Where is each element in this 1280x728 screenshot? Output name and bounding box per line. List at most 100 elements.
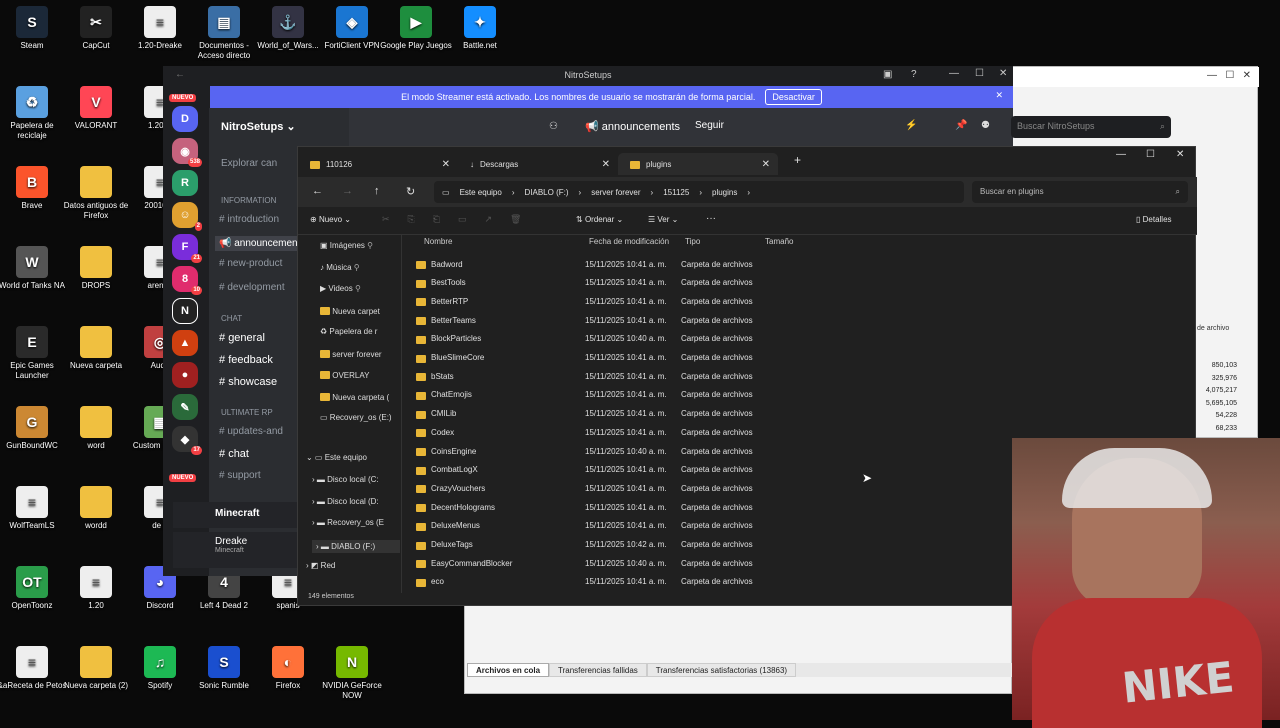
file-row[interactable]: BetterRTP 15/11/2025 10:41 a. m. Carpeta d… (410, 292, 810, 310)
file-row[interactable]: BetterTeams 15/11/2025 10:41 a. m. Carpeta… (410, 311, 810, 329)
desktop-icon[interactable]: Datos antiguos de Firefox (60, 166, 132, 221)
desktop-icon[interactable]: S Sonic Rumble (188, 646, 260, 691)
maximize-icon[interactable]: ☐ (975, 68, 984, 79)
desktop-icon[interactable]: wordd (60, 486, 132, 531)
explore-channels[interactable]: Explorar can (221, 158, 277, 169)
desktop-icon[interactable]: ♫ Spotify (124, 646, 196, 691)
column-size[interactable]: Tamaño (765, 237, 793, 246)
server-icon-4[interactable]: F 21 (172, 234, 202, 263)
server-icon-3[interactable]: ☺ 2 (172, 202, 202, 231)
channel-support[interactable]: # support (219, 470, 261, 481)
nav-quick-item[interactable]: ▭ Recovery_os (E:) (320, 413, 392, 422)
minimize-icon[interactable]: — (1116, 149, 1126, 160)
file-row[interactable]: CoinsEngine 15/11/2025 10:40 a. m. Carpeta… (410, 442, 810, 460)
explorer-search-input[interactable]: Buscar en plugins ⌕ (972, 181, 1188, 203)
nav-tree-item[interactable]: › ▬ Disco local (D: (312, 497, 379, 506)
channel-showcase[interactable]: # showcase (219, 376, 277, 388)
nav-quick-item[interactable]: ♪ Música ⚲ (320, 263, 360, 272)
file-row[interactable]: Codex 15/11/2025 10:41 a. m. Carpeta de ar… (410, 423, 810, 441)
more-options-icon[interactable]: ··· (706, 213, 716, 224)
desktop-icon[interactable]: V VALORANT (60, 86, 132, 131)
file-row[interactable]: BlockParticles 15/11/2025 10:40 a. m. Carp… (410, 330, 810, 348)
file-row[interactable]: ChatEmojis 15/11/2025 10:41 a. m. Carpeta … (410, 386, 810, 404)
server-icon-5[interactable]: 8 10 (172, 266, 202, 295)
tab-successful-transfers[interactable]: Transferencias satisfactorias (13863) (646, 663, 797, 677)
nav-quick-item[interactable]: ▣ Imágenes ⚲ (320, 241, 373, 250)
file-row[interactable]: CMILib 15/11/2025 10:41 a. m. Carpeta de a… (410, 405, 810, 423)
inbox-icon[interactable]: ▣ (883, 69, 892, 80)
details-button[interactable]: ▯ Detalles (1136, 215, 1172, 224)
nav-tree-item[interactable]: › ◩ Red (306, 561, 335, 570)
nav-quick-item[interactable]: server forever (320, 349, 382, 359)
server-icon-6[interactable]: ▲ (172, 330, 198, 356)
back-icon[interactable]: ← (312, 185, 323, 197)
close-banner-icon[interactable]: ✕ (995, 90, 1003, 101)
server-icon-9[interactable]: ◆ 17 (172, 426, 202, 455)
nav-quick-item[interactable]: OVERLAY (320, 370, 369, 380)
forward-icon[interactable]: → (342, 185, 353, 197)
category-ultimate[interactable]: ULTIMATE RP (221, 408, 273, 417)
category-chat[interactable]: CHAT (221, 314, 242, 323)
file-row[interactable]: DeluxeMenus 15/11/2025 10:41 a. m. Carpeta… (410, 517, 810, 535)
desktop-icon[interactable]: Nueva carpeta (60, 326, 132, 371)
file-row[interactable]: DeluxeTags 15/11/2025 10:42 a. m. Carpeta … (410, 536, 810, 554)
desktop-icon[interactable]: G GunBoundWC (0, 406, 68, 451)
tab-plugins[interactable]: plugins ✕ (618, 153, 778, 175)
breadcrumb[interactable]: ▭ Este equipo › DIABLO (F:) › server forev… (434, 181, 964, 203)
disable-streamer-button[interactable]: Desactivar (765, 89, 822, 105)
discord-search-input[interactable]: Buscar NitroSetups ⌕ (1011, 116, 1171, 138)
file-row[interactable]: DecentHolograms 15/11/2025 10:41 a. m. Car… (410, 498, 810, 516)
new-tab-icon[interactable]: + (794, 153, 801, 167)
add-member-icon[interactable]: ⚇ (549, 121, 558, 132)
desktop-icon[interactable]: DROPS (60, 246, 132, 291)
desktop-icon[interactable]: ≡ 1.20 (60, 566, 132, 611)
file-row[interactable]: eco 15/11/2025 10:41 a. m. Carpeta de arch… (410, 573, 810, 591)
crumb-151125[interactable]: 151125 (663, 188, 689, 197)
desktop-icon[interactable]: S Steam (0, 6, 68, 51)
column-name[interactable]: Nombre (424, 237, 452, 246)
up-icon[interactable]: ↑ (374, 185, 380, 197)
nav-tree-item[interactable]: › ▬ Recovery_os (E (312, 518, 384, 527)
desktop-icon[interactable]: ▶ Google Play Juegos (380, 6, 452, 51)
pin-icon[interactable]: ⚲ (353, 284, 361, 293)
tab-queued-files[interactable]: Archivos en cola (467, 663, 550, 677)
desktop-icon[interactable]: ⚓ World_of_Wars... (252, 6, 324, 51)
nav-quick-item[interactable]: ▶ Videos ⚲ (320, 284, 361, 293)
nav-tree-item[interactable]: ⌄ ▭ Este equipo (306, 453, 367, 462)
desktop-icon[interactable]: ≡ 1.20-Dreake (124, 6, 196, 51)
desktop-icon[interactable]: OT OpenToonz (0, 566, 68, 611)
pin-icon[interactable]: ⚲ (365, 241, 373, 250)
crumb-diablo[interactable]: DIABLO (F:) (525, 188, 569, 197)
server-icon-2[interactable]: R (172, 170, 198, 196)
tab-failed-transfers[interactable]: Transferencias fallidas (549, 663, 647, 677)
discord-home-icon[interactable]: D (172, 106, 198, 132)
desktop-icon[interactable]: word (60, 406, 132, 451)
file-row[interactable]: BlueSlimeCore 15/11/2025 10:41 a. m. Carpe… (410, 349, 810, 367)
follow-button[interactable]: Seguir (695, 120, 724, 131)
server-icon-1[interactable]: ◉ 538 (172, 138, 202, 167)
server-icon-7[interactable]: ● (172, 362, 198, 388)
file-row[interactable]: BestTools 15/11/2025 10:41 a. m. Carpeta d… (410, 274, 810, 292)
crumb-plugins[interactable]: plugins (712, 188, 737, 197)
crumb-server-forever[interactable]: server forever (591, 188, 640, 197)
close-icon[interactable]: ✕ (999, 68, 1007, 79)
clipboard-actions[interactable]: ✂⎘⎗▭↗🗑 (382, 214, 539, 225)
nav-quick-item[interactable]: ♻ Papelera de r (320, 327, 377, 336)
desktop-icon[interactable]: B Brave (0, 166, 68, 211)
new-button[interactable]: ⊕ Nuevo ⌄ (310, 215, 351, 224)
column-date[interactable]: Fecha de modificación (589, 237, 669, 246)
help-icon[interactable]: ? (911, 69, 917, 80)
pin-icon[interactable]: ⚲ (352, 263, 360, 272)
channel-updates[interactable]: # updates-and (219, 426, 283, 437)
file-row[interactable]: EasyCommandBlocker 15/11/2025 10:40 a. m.… (410, 554, 810, 572)
desktop-icon[interactable]: ◈ FortiClient VPN (316, 6, 388, 51)
category-information[interactable]: INFORMATION (221, 196, 276, 205)
desktop-icon[interactable]: ◐ Firefox (252, 646, 324, 691)
tab-descargas[interactable]: ↓ Descargas ✕ (458, 153, 618, 175)
desktop-icon[interactable]: ✦ Battle.net (444, 6, 516, 51)
server-icon-nitrosetups[interactable]: N (172, 298, 198, 324)
desktop-icon[interactable]: N NVIDIA GeForce NOW (316, 646, 388, 701)
view-button[interactable]: ☰ Ver ⌄ (648, 215, 678, 224)
server-icon-8[interactable]: ✎ (172, 394, 198, 420)
channel-introduction[interactable]: # introduction (219, 214, 279, 225)
